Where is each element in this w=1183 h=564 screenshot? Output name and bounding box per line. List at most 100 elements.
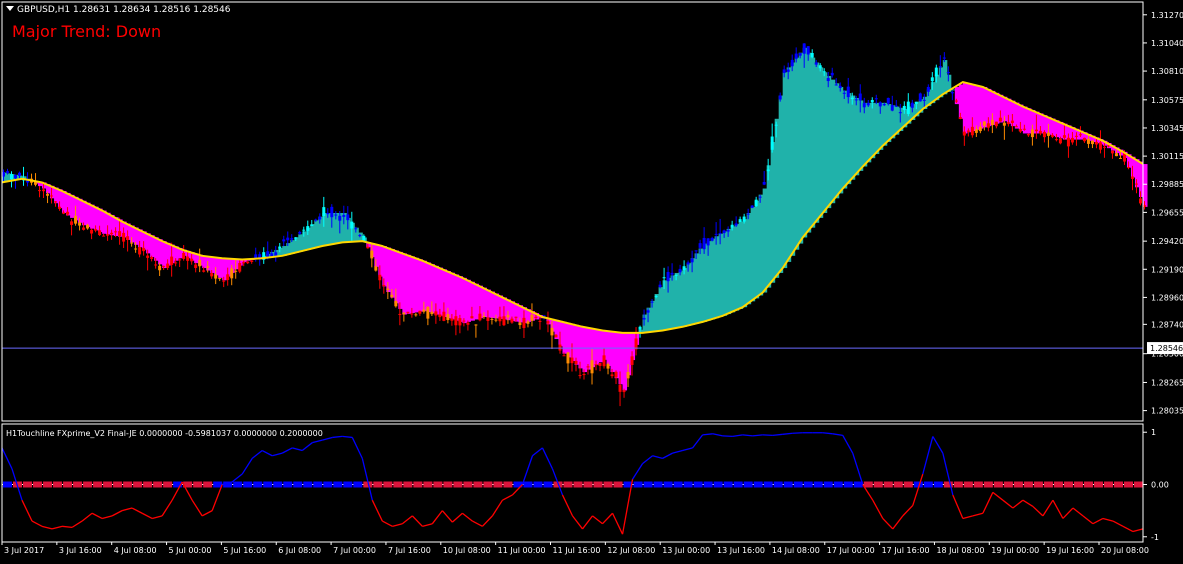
candle-body[interactable] — [1078, 134, 1082, 136]
candle-body[interactable] — [6, 171, 10, 173]
candle-body[interactable] — [114, 231, 118, 233]
candle-body[interactable] — [646, 310, 650, 313]
candle-body[interactable] — [586, 366, 590, 368]
candle-body[interactable] — [758, 196, 762, 198]
candle-body[interactable] — [1074, 135, 1078, 137]
candle-body[interactable] — [182, 252, 186, 259]
candle-body[interactable] — [18, 172, 22, 176]
candle-body[interactable] — [246, 261, 250, 264]
candle-body[interactable] — [1054, 139, 1058, 141]
candle-body[interactable] — [658, 284, 662, 287]
candle-body[interactable] — [774, 124, 778, 126]
candle-body[interactable] — [198, 260, 202, 267]
candle-body[interactable] — [798, 53, 802, 56]
candle-body[interactable] — [898, 112, 902, 114]
candle-body[interactable] — [902, 105, 906, 110]
candle-body[interactable] — [598, 362, 602, 366]
candle-body[interactable] — [522, 317, 526, 329]
candle-body[interactable] — [906, 101, 910, 114]
candle-body[interactable] — [950, 92, 954, 94]
candle-body[interactable] — [42, 189, 46, 192]
candle-body[interactable] — [158, 265, 162, 271]
candle-body[interactable] — [142, 247, 146, 252]
candle-body[interactable] — [98, 230, 102, 236]
candle-body[interactable] — [762, 181, 766, 185]
candle-body[interactable] — [102, 235, 106, 237]
candle-body[interactable] — [1050, 134, 1054, 137]
candle-body[interactable] — [710, 237, 714, 241]
candle-body[interactable] — [1006, 122, 1010, 125]
candle-body[interactable] — [306, 226, 310, 231]
candle-body[interactable] — [802, 43, 806, 54]
candle-body[interactable] — [610, 374, 614, 377]
candle-body[interactable] — [418, 310, 422, 314]
candle-body[interactable] — [714, 233, 718, 235]
candle-body[interactable] — [894, 105, 898, 107]
candle-body[interactable] — [70, 221, 74, 225]
candle-body[interactable] — [166, 263, 170, 268]
candle-body[interactable] — [890, 105, 894, 111]
candle-body[interactable] — [574, 360, 578, 365]
candle-body[interactable] — [854, 99, 858, 101]
chart-menu-triangle-icon[interactable] — [6, 6, 14, 11]
candle-body[interactable] — [722, 230, 726, 234]
candle-body[interactable] — [482, 316, 486, 318]
candle-body[interactable] — [638, 326, 642, 330]
candle-body[interactable] — [1058, 138, 1062, 144]
candle-body[interactable] — [462, 320, 466, 322]
candle-body[interactable] — [702, 237, 706, 250]
candle-body[interactable] — [794, 53, 798, 59]
candle-body[interactable] — [302, 229, 306, 231]
candle-body[interactable] — [962, 131, 966, 136]
candle-body[interactable] — [590, 360, 594, 374]
candle-body[interactable] — [526, 321, 530, 324]
candle-body[interactable] — [146, 255, 150, 258]
candle-body[interactable] — [1114, 153, 1118, 157]
candle-body[interactable] — [530, 314, 534, 321]
candle-body[interactable] — [730, 224, 734, 228]
candle-body[interactable] — [858, 93, 862, 101]
candle-body[interactable] — [842, 92, 846, 94]
candle-body[interactable] — [94, 229, 98, 231]
candle-body[interactable] — [510, 318, 514, 323]
candle-body[interactable] — [1090, 140, 1094, 145]
candle-body[interactable] — [234, 270, 238, 272]
candle-body[interactable] — [558, 344, 562, 351]
candle-body[interactable] — [694, 250, 698, 252]
candle-body[interactable] — [354, 228, 358, 230]
candle-body[interactable] — [866, 103, 870, 106]
candle-body[interactable] — [370, 250, 374, 259]
candle-body[interactable] — [130, 242, 134, 244]
candle-body[interactable] — [394, 301, 398, 307]
candle-body[interactable] — [754, 199, 758, 207]
candle-body[interactable] — [534, 316, 538, 318]
candle-body[interactable] — [150, 257, 154, 260]
candle-body[interactable] — [162, 265, 166, 267]
candle-body[interactable] — [62, 212, 66, 214]
candle-body[interactable] — [282, 239, 286, 242]
candle-body[interactable] — [398, 313, 402, 315]
candle-body[interactable] — [826, 78, 830, 82]
trading-chart[interactable]: 1.31270 1.31040 1.30810 1.30575 1.30345 1.301… — [0, 0, 1183, 560]
candle-body[interactable] — [406, 311, 410, 313]
candle-body[interactable] — [50, 195, 54, 197]
candle-body[interactable] — [626, 372, 630, 379]
candle-body[interactable] — [554, 334, 558, 338]
candle-body[interactable] — [818, 65, 822, 69]
candle-body[interactable] — [58, 206, 62, 209]
candle-body[interactable] — [10, 174, 14, 180]
candle-body[interactable] — [622, 390, 626, 393]
candle-body[interactable] — [46, 194, 50, 196]
candle-body[interactable] — [254, 254, 258, 259]
candle-body[interactable] — [674, 274, 678, 276]
candle-body[interactable] — [914, 101, 918, 104]
candle-body[interactable] — [358, 235, 362, 237]
candle-body[interactable] — [538, 320, 542, 322]
candle-body[interactable] — [210, 273, 214, 277]
candle-body[interactable] — [690, 258, 694, 263]
candle-body[interactable] — [682, 266, 686, 271]
candle-body[interactable] — [738, 219, 742, 223]
candle-body[interactable] — [570, 357, 574, 364]
candle-body[interactable] — [122, 232, 126, 242]
candle-body[interactable] — [474, 324, 478, 326]
